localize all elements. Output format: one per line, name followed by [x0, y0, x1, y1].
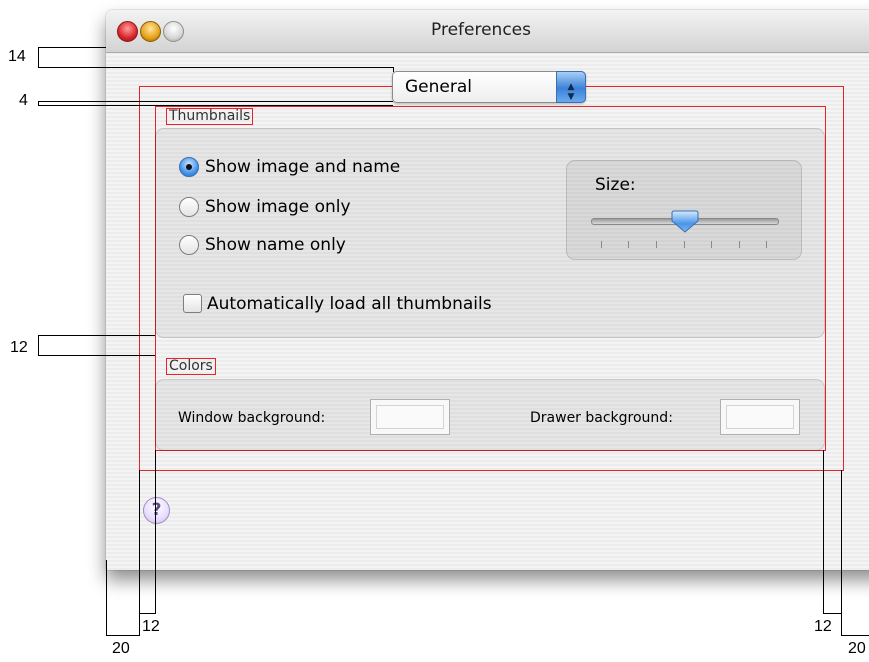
annotation-14-leader — [393, 67, 394, 72]
zoom-button[interactable] — [163, 21, 184, 42]
annotation-12-bottom-left: 12 — [142, 618, 160, 635]
radio-label-name-only: Show name only — [205, 235, 346, 255]
annotation-guide-right-12 — [823, 450, 824, 614]
annotation-20-left: 20 — [112, 640, 130, 657]
annotation-12-left: 12 — [10, 339, 28, 356]
size-slider-thumb[interactable] — [671, 209, 699, 233]
window-background-color-well[interactable] — [370, 399, 450, 435]
auto-load-checkbox[interactable] — [183, 294, 202, 313]
slider-tick — [684, 241, 685, 248]
radio-show-name-only[interactable] — [179, 235, 199, 255]
annotation-guide-left-12 — [139, 613, 156, 614]
annotation-14-leader — [106, 67, 394, 68]
annotation-guide-left-20 — [106, 635, 140, 636]
auto-load-label: Automatically load all thumbnails — [207, 294, 492, 314]
annotation-guide-right-12 — [823, 613, 842, 614]
annotation-4: 4 — [19, 92, 28, 109]
title-bar[interactable]: Preferences — [106, 10, 869, 53]
pane-popup-button[interactable]: General ▲ ▼ — [392, 71, 586, 103]
slider-tick — [711, 241, 712, 248]
annotation-guide-right-20 — [841, 635, 869, 636]
annotation-guide-left-20 — [139, 470, 140, 636]
annotation-12-bracket — [38, 335, 155, 356]
slider-tick — [628, 241, 629, 248]
drawer-background-label: Drawer background: — [530, 410, 673, 426]
annotation-12-bottom-right: 12 — [814, 618, 832, 635]
radio-label-image-and-name: Show image and name — [205, 157, 401, 177]
help-button[interactable]: ? — [143, 497, 170, 524]
popup-selected-label: General — [405, 77, 472, 97]
radio-show-image-only[interactable] — [179, 197, 199, 217]
annotation-20-right: 20 — [848, 640, 866, 657]
slider-tick — [739, 241, 740, 248]
window-title: Preferences — [431, 20, 531, 40]
slider-tick — [766, 241, 767, 248]
radio-label-image-only: Show image only — [205, 197, 351, 217]
updown-arrows-icon: ▲ ▼ — [556, 71, 586, 103]
radio-show-image-and-name[interactable] — [179, 157, 199, 177]
annotation-guide-left-20 — [106, 560, 107, 636]
annotation-guide-left-12 — [155, 450, 156, 614]
window-background-label: Window background: — [178, 410, 326, 426]
annotation-14-bracket — [38, 47, 106, 68]
slider-tick — [601, 241, 602, 248]
slider-tick — [656, 241, 657, 248]
minimize-button[interactable] — [140, 21, 161, 42]
colors-group-title: Colors — [166, 358, 216, 375]
annotation-guide-right-12 — [841, 470, 842, 636]
size-label: Size: — [595, 175, 636, 195]
close-button[interactable] — [117, 21, 138, 42]
thumbnails-group-title: Thumbnails — [166, 108, 254, 125]
drawer-background-color-well[interactable] — [720, 399, 800, 435]
size-group-box: Size: — [566, 160, 802, 260]
annotation-14: 14 — [8, 48, 26, 65]
annotation-4-bracket — [38, 101, 393, 106]
